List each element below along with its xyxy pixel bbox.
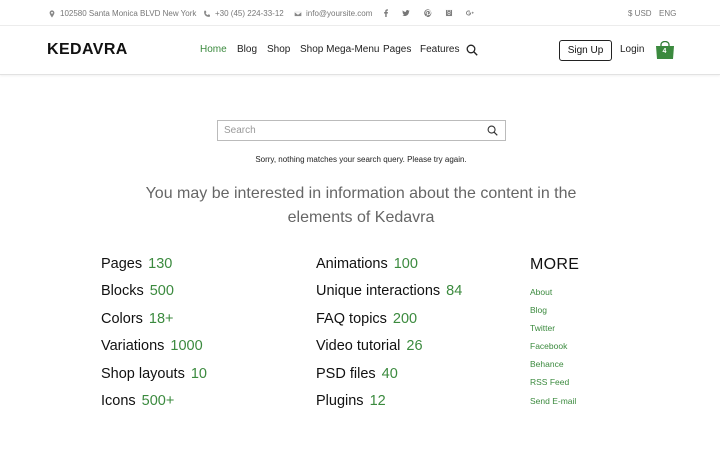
more-heading: MORE [530, 256, 580, 273]
stat-label: FAQ topics [316, 311, 387, 327]
phone-icon [204, 10, 211, 17]
stat-item: Blocks 500 [101, 283, 174, 299]
search-input[interactable] [218, 121, 478, 140]
more-link-send-email[interactable]: Send E-mail [530, 396, 576, 406]
email[interactable]: info@yoursite.com [294, 9, 372, 18]
stat-value: 10 [190, 366, 207, 382]
stat-item: Video tutorial 26 [316, 338, 423, 354]
stat-item: Colors 18+ [101, 311, 174, 327]
lead-text: You may be interested in information abo… [145, 185, 577, 226]
stat-label: Variations [101, 338, 165, 354]
stat-label: PSD files [316, 366, 376, 382]
search-box [217, 120, 506, 141]
main-header: KEDAVRA Home Blog Shop Shop Mega-Menu Pa… [0, 26, 720, 75]
nav-shop-mega-menu[interactable]: Shop Mega-Menu [300, 44, 380, 55]
nav-home[interactable]: Home [200, 44, 227, 55]
signup-button[interactable]: Sign Up [559, 40, 612, 61]
stat-value: 40 [381, 366, 398, 382]
language-selector[interactable]: ENG [659, 9, 676, 18]
top-bar: 102580 Santa Monica BLVD New York +30 (4… [0, 0, 720, 26]
stat-label: Unique interactions [316, 283, 441, 299]
cart-count: 4 [662, 48, 667, 55]
stat-value: 500 [149, 283, 174, 299]
stat-label: Plugins [316, 393, 364, 409]
more-link-facebook[interactable]: Facebook [530, 341, 567, 351]
facebook-icon[interactable] [381, 8, 391, 18]
instagram-icon[interactable] [444, 8, 454, 18]
search-icon[interactable] [466, 43, 478, 56]
stat-label: Icons [101, 393, 136, 409]
more-link-twitter[interactable]: Twitter [530, 323, 555, 333]
stat-label: Video tutorial [316, 338, 401, 354]
stat-label: Colors [101, 311, 143, 327]
stat-value: 500+ [141, 393, 175, 409]
stat-label: Blocks [101, 283, 144, 299]
phone[interactable]: +30 (45) 224-33-12 [203, 9, 284, 18]
more-link-blog[interactable]: Blog [530, 305, 547, 315]
search-submit-icon[interactable] [487, 125, 498, 136]
stat-item: Animations 100 [316, 256, 418, 272]
site-logo[interactable]: KEDAVRA [47, 41, 128, 59]
stat-item: Plugins 12 [316, 393, 386, 409]
pinterest-icon[interactable] [423, 8, 433, 18]
address-text: 102580 Santa Monica BLVD New York [60, 9, 197, 18]
google-plus-icon[interactable] [465, 8, 475, 18]
nav-blog[interactable]: Blog [237, 44, 257, 55]
stat-value: 100 [393, 256, 418, 272]
stat-item: PSD files 40 [316, 366, 398, 382]
phone-text: +30 (45) 224-33-12 [215, 9, 284, 18]
stat-label: Pages [101, 256, 143, 272]
twitter-icon[interactable] [401, 8, 411, 18]
stat-value: 84 [446, 283, 463, 299]
stat-value: 18+ [148, 311, 174, 327]
login-link[interactable]: Login [620, 44, 644, 55]
nav-pages[interactable]: Pages [383, 44, 411, 55]
stat-label: Shop layouts [101, 366, 185, 382]
no-results-message: Sorry, nothing matches your search query… [255, 155, 467, 164]
stat-item: Shop layouts 10 [101, 366, 207, 382]
more-link-behance[interactable]: Behance [530, 359, 564, 369]
stat-value: 12 [369, 393, 386, 409]
map-pin-icon [49, 9, 55, 18]
nav-features[interactable]: Features [420, 44, 459, 55]
more-link-about[interactable]: About [530, 287, 552, 297]
stat-item: Pages 130 [101, 256, 172, 272]
cart-button[interactable]: 4 [654, 40, 676, 60]
envelope-icon [294, 10, 302, 17]
nav-shop[interactable]: Shop [267, 44, 290, 55]
stat-item: FAQ topics 200 [316, 311, 417, 327]
stat-value: 1000 [170, 338, 203, 354]
email-text: info@yoursite.com [306, 9, 373, 18]
currency-selector[interactable]: $ USD [628, 9, 652, 18]
signup-label: Sign Up [567, 45, 604, 56]
stat-label: Animations [316, 256, 388, 272]
stat-item: Icons 500+ [101, 393, 174, 409]
more-link-rss-feed[interactable]: RSS Feed [530, 377, 569, 387]
stat-value: 200 [392, 311, 418, 327]
stat-item: Variations 1000 [101, 338, 203, 354]
stat-value: 26 [406, 338, 423, 354]
stat-value: 130 [148, 256, 173, 272]
stat-item: Unique interactions 84 [316, 283, 462, 299]
address: 102580 Santa Monica BLVD New York [48, 9, 196, 18]
